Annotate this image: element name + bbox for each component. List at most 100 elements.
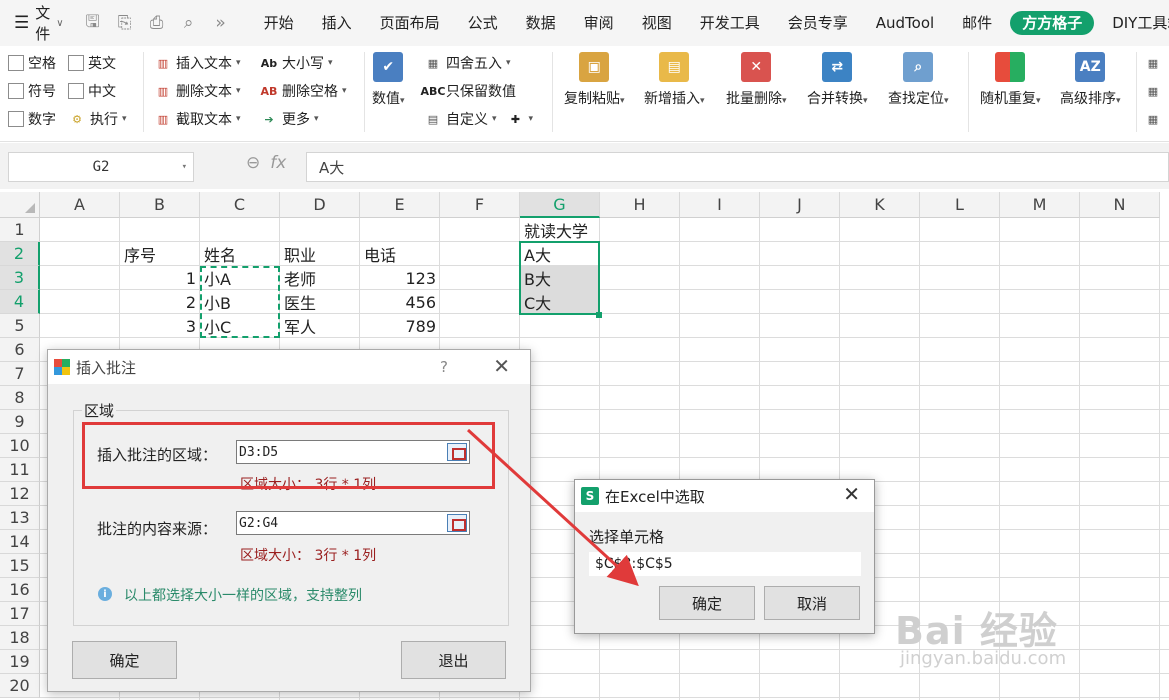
check-space[interactable]: 空格 [8,50,56,76]
tab-1[interactable]: 插入 [308,0,366,46]
dialog2-title-bar[interactable]: S 在Excel中选取 [575,480,874,512]
row-header-6[interactable]: 6 [0,338,40,362]
execute-button[interactable]: ⚙ 执行 ▾ [68,106,126,132]
tab-7[interactable]: 开发工具 [686,0,774,46]
tab-5[interactable]: 审阅 [570,0,628,46]
copy-paste-button[interactable]: ▣ 复制粘贴▾ [564,52,625,108]
row-header-16[interactable]: 16 [0,578,40,602]
column-header-J[interactable]: J [760,192,840,218]
print-icon[interactable]: ⎙ [146,12,168,34]
checkbox[interactable] [8,55,24,71]
column-header-H[interactable]: H [600,192,680,218]
row-header-17[interactable]: 17 [0,602,40,626]
new-insert-button[interactable]: ▤ 新增插入▾ [644,52,705,108]
overflow-tool-3[interactable]: ▦ [1144,106,1162,132]
source-picker-icon[interactable] [447,514,467,532]
name-box[interactable]: G2 ▾ [8,152,194,182]
tab-6[interactable]: 视图 [628,0,686,46]
custom-button[interactable]: ▤ 自定义 ▾ ✚ ▾ [424,106,533,132]
column-header-B[interactable]: B [120,192,200,218]
tab-4[interactable]: 数据 [512,0,570,46]
fx-icon[interactable]: fx [270,153,286,173]
row-header-20[interactable]: 20 [0,674,40,698]
zoom-icon[interactable]: ⊖ [246,153,260,173]
cell-C2[interactable]: 姓名 [200,242,280,266]
row-header-10[interactable]: 10 [0,434,40,458]
checkbox[interactable] [68,83,84,99]
close-icon[interactable]: ✕ [493,354,510,378]
cell-D3[interactable]: 老师 [280,266,360,290]
checkbox[interactable] [8,83,24,99]
tab-2[interactable]: 页面布局 [366,0,454,46]
row-header-12[interactable]: 12 [0,482,40,506]
row-header-1[interactable]: 1 [0,218,40,242]
more-button[interactable]: ➔ 更多 ▾ [260,106,318,132]
tab-8[interactable]: 会员专享 [774,0,862,46]
tab-9[interactable]: AudTool [862,0,948,46]
column-header-E[interactable]: E [360,192,440,218]
cell-G1[interactable]: 就读大学 [520,218,600,242]
column-header-C[interactable]: C [200,192,280,218]
tab-0[interactable]: 开始 [250,0,308,46]
cell-E2[interactable]: 电话 [360,242,440,266]
ok-button[interactable]: 确定 [72,641,177,679]
source-input[interactable]: G2:G4 [236,511,470,535]
tab-11[interactable]: 方方格子 [1010,11,1095,35]
cell-D4[interactable]: 医生 [280,290,360,314]
cell-E4[interactable]: 456 [360,290,440,314]
row-header-19[interactable]: 19 [0,650,40,674]
print-preview-icon[interactable]: ⌕ [178,12,200,34]
checkbox[interactable] [68,55,84,71]
row-header-9[interactable]: 9 [0,410,40,434]
keep-value-button[interactable]: ABC 只保留数值 [421,78,516,104]
overflow-tool-2[interactable]: ▦ [1144,78,1162,104]
row-header-5[interactable]: 5 [0,314,40,338]
exit-button[interactable]: 退出 [401,641,506,679]
cell-B4[interactable]: 2 [120,290,200,314]
file-menu-button[interactable]: ☰ 文件 ∨ [0,0,72,46]
cell-E5[interactable]: 789 [360,314,440,338]
row-header-2[interactable]: 2 [0,242,40,266]
delete-text-button[interactable]: ▥ 删除文本 ▾ [154,78,241,104]
check-number[interactable]: 数字 [8,106,56,132]
value-button[interactable]: ✔ 数值▾ [372,52,405,108]
row-header-13[interactable]: 13 [0,506,40,530]
dialog2-cancel-button[interactable]: 取消 [764,586,860,620]
selected-range-input[interactable]: $C$3:$C$5 [589,552,861,576]
plus-icon[interactable]: ✚ [507,110,525,128]
find-locate-button[interactable]: ⌕ 查找定位▾ [888,52,949,108]
round-button[interactable]: ▦ 四舍五入 ▾ [424,50,511,76]
column-header-I[interactable]: I [680,192,760,218]
row-header-14[interactable]: 14 [0,530,40,554]
row-header-3[interactable]: 3 [0,266,40,290]
check-symbol[interactable]: 符号 [8,78,56,104]
tab-12[interactable]: DIY工具箱 [1098,0,1169,46]
merge-convert-button[interactable]: ⇄ 合并转换▾ [807,52,868,108]
advanced-sort-button[interactable]: AZ 高级排序▾ [1060,52,1121,108]
export-icon[interactable]: ⎘ [114,12,136,34]
checkbox[interactable] [8,111,24,127]
column-header-M[interactable]: M [1000,192,1080,218]
help-icon[interactable]: ? [440,358,448,376]
caret-down-icon[interactable]: ▾ [182,162,187,172]
row-header-11[interactable]: 11 [0,458,40,482]
remove-space-button[interactable]: AB 删除空格 ▾ [260,78,347,104]
extract-text-button[interactable]: ▥ 截取文本 ▾ [154,106,241,132]
cell-E3[interactable]: 123 [360,266,440,290]
dialog-title-bar[interactable]: 插入批注 [48,350,530,384]
row-header-15[interactable]: 15 [0,554,40,578]
close-icon[interactable]: ✕ [843,482,860,506]
more-quick-access-icon[interactable]: » [210,12,232,34]
insert-text-button[interactable]: ▥ 插入文本 ▾ [154,50,241,76]
row-header-18[interactable]: 18 [0,626,40,650]
cell-B3[interactable]: 1 [120,266,200,290]
cell-D5[interactable]: 军人 [280,314,360,338]
column-header-G[interactable]: G [520,192,600,218]
tab-3[interactable]: 公式 [454,0,512,46]
cell-D2[interactable]: 职业 [280,242,360,266]
formula-input[interactable]: A大 [306,152,1169,182]
column-header-L[interactable]: L [920,192,1000,218]
cell-B2[interactable]: 序号 [120,242,200,266]
column-header-N[interactable]: N [1080,192,1160,218]
overflow-tool-1[interactable]: ▦ [1144,50,1162,76]
